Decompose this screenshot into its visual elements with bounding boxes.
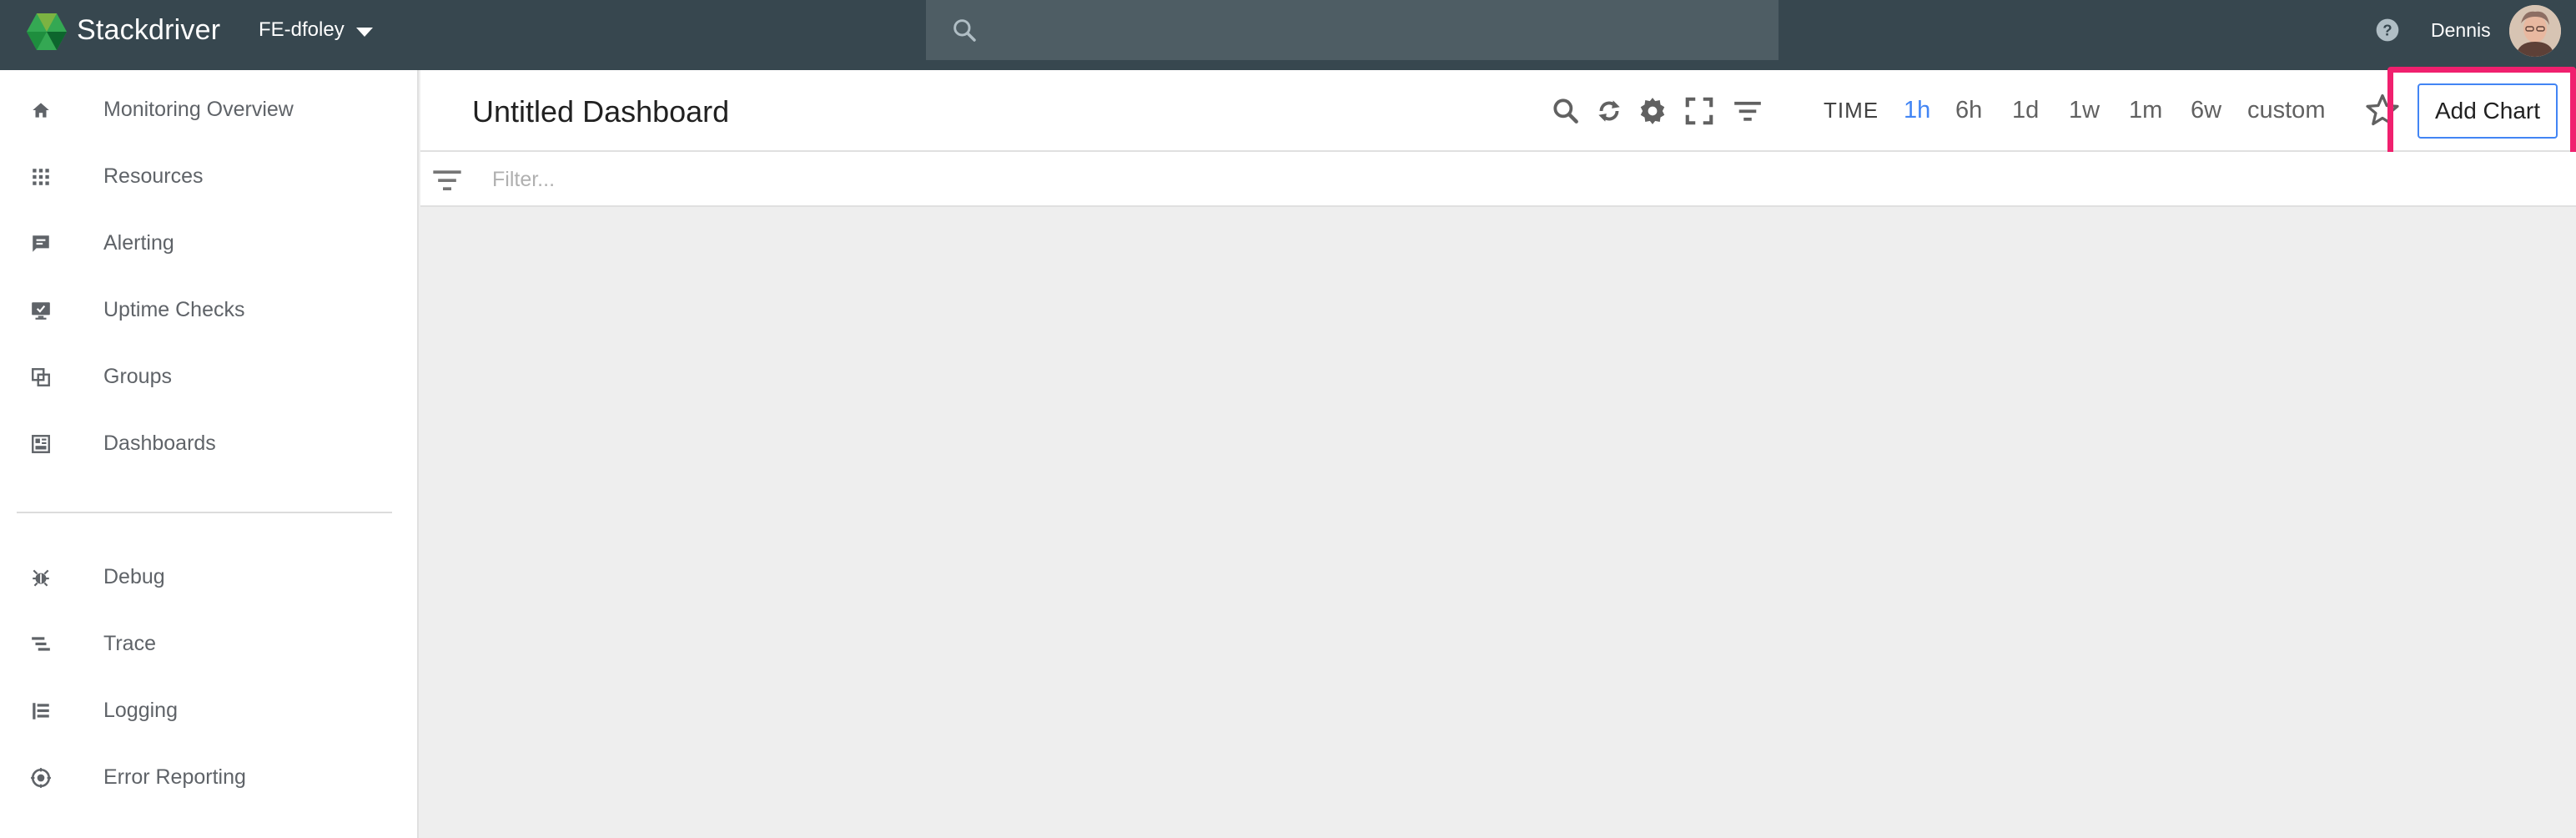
grid-icon <box>33 169 49 185</box>
sidebar-item-dashboards[interactable]: Dashboards <box>0 414 417 472</box>
sidebar-item-label: Uptime Checks <box>103 297 245 321</box>
sidebar-item-logging[interactable]: Logging <box>0 681 417 740</box>
sidebar-item-trace[interactable]: Trace <box>0 614 417 673</box>
project-selector[interactable]: FE-dfoley <box>259 12 373 48</box>
monitor-icon <box>32 302 50 320</box>
sidebar-item-alerting[interactable]: Alerting <box>0 214 417 272</box>
dashboard-icon <box>32 435 50 453</box>
settings-icon[interactable] <box>1637 95 1668 127</box>
sidebar-item-label: Dashboards <box>103 431 216 455</box>
home-icon <box>33 103 49 118</box>
time-option-1h[interactable]: 1h <box>1904 93 1930 127</box>
time-option-6h[interactable]: 6h <box>1955 93 1982 127</box>
chevron-down-icon <box>355 27 373 37</box>
debug-icon <box>33 569 49 587</box>
refresh-icon[interactable] <box>1593 95 1625 127</box>
svg-text:?: ? <box>2382 22 2392 39</box>
search-input[interactable] <box>993 10 1760 50</box>
sidebar-item-label: Alerting <box>103 230 174 255</box>
sidebar-item-label: Resources <box>103 164 204 188</box>
groups-icon <box>32 368 50 386</box>
time-option-1w[interactable]: 1w <box>2069 93 2100 127</box>
filter-bar <box>420 152 2576 207</box>
filter-lines-icon[interactable] <box>1732 95 1763 127</box>
user-avatar[interactable] <box>2509 5 2561 57</box>
add-chart-button[interactable]: Add Chart <box>2418 83 2558 139</box>
project-name: FE-dfoley <box>259 18 345 41</box>
dashboard-canvas <box>420 207 2576 838</box>
top-bar: Stackdriver FE-dfoley ? Dennis <box>0 0 2576 70</box>
star-icon[interactable] <box>2364 92 2401 129</box>
stackdriver-logo[interactable] <box>25 10 68 53</box>
sidebar-item-label: Error Reporting <box>103 765 246 789</box>
sidebar-item-uptime-checks[interactable]: Uptime Checks <box>0 280 417 339</box>
trace-icon <box>32 637 50 651</box>
sidebar-item-label: Logging <box>103 698 178 722</box>
help-icon[interactable]: ? <box>2374 17 2401 43</box>
time-option-1m[interactable]: 1m <box>2129 93 2162 127</box>
error-reporting-icon <box>31 768 51 788</box>
dashboard-header: Untitled Dashboard TIME 1h 6h 1d 1w 1m 6… <box>420 70 2576 152</box>
sidebar-item-label: Groups <box>103 364 172 388</box>
sidebar-item-label: Debug <box>103 564 165 588</box>
alert-message-icon <box>33 235 49 252</box>
sidebar-item-debug[interactable]: Debug <box>0 548 417 606</box>
filter-input[interactable] <box>492 160 2544 199</box>
sidebar-item-monitoring-overview[interactable]: Monitoring Overview <box>0 80 417 139</box>
sidebar-item-error-reporting[interactable]: Error Reporting <box>0 748 417 806</box>
page-title[interactable]: Untitled Dashboard <box>472 92 729 132</box>
brand-name[interactable]: Stackdriver <box>77 12 220 48</box>
search-bar[interactable] <box>926 0 1779 60</box>
time-option-1d[interactable]: 1d <box>2012 93 2039 127</box>
fullscreen-icon[interactable] <box>1683 95 1715 127</box>
sidebar: Monitoring Overview Resources Alerting U… <box>0 70 419 838</box>
sidebar-item-label: Trace <box>103 631 156 655</box>
time-option-custom[interactable]: custom <box>2247 93 2325 127</box>
sidebar-item-resources[interactable]: Resources <box>0 147 417 205</box>
user-name[interactable]: Dennis <box>2431 12 2491 48</box>
filter-icon <box>433 170 461 190</box>
sidebar-divider <box>17 512 392 513</box>
sidebar-item-label: Monitoring Overview <box>103 97 294 121</box>
time-option-6w[interactable]: 6w <box>2191 93 2221 127</box>
logging-icon <box>33 703 49 719</box>
zoom-icon[interactable] <box>1550 95 1582 127</box>
sidebar-item-groups[interactable]: Groups <box>0 347 417 406</box>
search-icon <box>953 19 976 42</box>
time-label: TIME <box>1824 98 1879 123</box>
